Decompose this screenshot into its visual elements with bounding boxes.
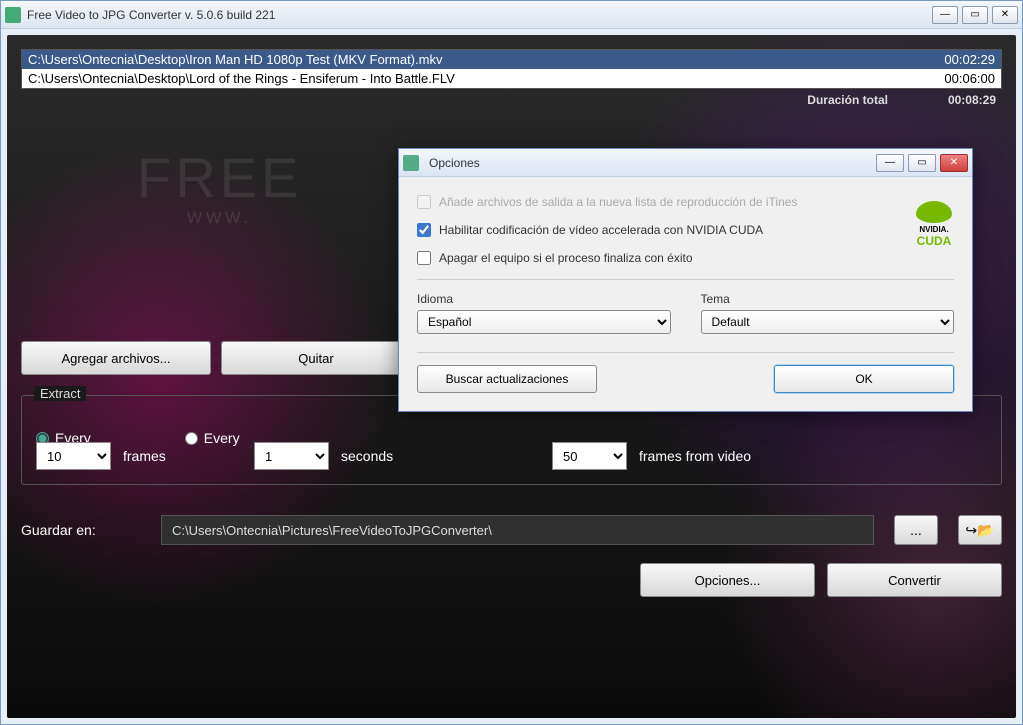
main-titlebar: Free Video to JPG Converter v. 5.0.6 bui… (1, 1, 1022, 29)
total-label: Duración total (807, 93, 888, 107)
save-path-input[interactable] (161, 515, 874, 545)
file-row[interactable]: C:\Users\Ontecnia\Desktop\Iron Man HD 10… (22, 50, 1001, 69)
file-path: C:\Users\Ontecnia\Desktop\Lord of the Ri… (28, 71, 925, 86)
seconds-unit: seconds (341, 448, 393, 464)
dialog-minimize-button[interactable]: — (876, 154, 904, 172)
dialog-icon (403, 155, 419, 171)
nvidia-cuda-logo: NVIDIA. CUDA (916, 201, 952, 248)
options-dialog: Opciones — ▭ ✕ Añade archivos de salida … (398, 148, 973, 412)
itunes-checkbox-row: Añade archivos de salida a la nueva list… (417, 195, 954, 209)
total-duration-row: Duración total 00:08:29 (21, 89, 1002, 111)
check-updates-button[interactable]: Buscar actualizaciones (417, 365, 597, 393)
options-button[interactable]: Opciones... (640, 563, 815, 597)
remove-button[interactable]: Quitar (221, 341, 411, 375)
brand-watermark: FREE (137, 145, 302, 210)
seconds-combo[interactable]: 1 (254, 442, 329, 470)
language-select[interactable]: Español (417, 310, 671, 334)
window-controls: — ▭ ✕ (932, 6, 1018, 24)
theme-select[interactable]: Default (701, 310, 955, 334)
cuda-checkbox-row[interactable]: Habilitar codificación de vídeo accelera… (417, 223, 954, 237)
dialog-settings-row: Idioma Español Tema Default (417, 292, 954, 334)
frames-combo[interactable]: 10 (36, 442, 111, 470)
dialog-body: Añade archivos de salida a la nueva list… (399, 177, 972, 411)
file-duration: 00:06:00 (925, 71, 995, 86)
total-unit: frames from video (639, 448, 751, 464)
file-list[interactable]: C:\Users\Ontecnia\Desktop\Iron Man HD 10… (21, 49, 1002, 89)
close-button[interactable]: ✕ (992, 6, 1018, 24)
theme-label: Tema (701, 292, 955, 306)
total-frames-combo[interactable]: 50 (552, 442, 627, 470)
ok-button[interactable]: OK (774, 365, 954, 393)
divider (417, 352, 954, 353)
file-row[interactable]: C:\Users\Ontecnia\Desktop\Lord of the Ri… (22, 69, 1001, 88)
dialog-actions: Buscar actualizaciones OK (417, 365, 954, 393)
bottom-buttons: Opciones... Convertir (21, 563, 1002, 597)
file-duration: 00:02:29 (925, 52, 995, 67)
window-title: Free Video to JPG Converter v. 5.0.6 bui… (27, 8, 932, 22)
radio-every-seconds[interactable]: Every (185, 430, 240, 446)
shutdown-checkbox-row[interactable]: Apagar el equipo si el proceso finaliza … (417, 251, 954, 265)
convert-button[interactable]: Convertir (827, 563, 1002, 597)
open-folder-icon: ↪📂 (965, 522, 994, 539)
shutdown-checkbox[interactable] (417, 251, 431, 265)
radio-seconds-input[interactable] (185, 432, 198, 445)
theme-column: Tema Default (701, 292, 955, 334)
maximize-button[interactable]: ▭ (962, 6, 988, 24)
extract-legend: Extract (34, 386, 86, 401)
total-value: 00:08:29 (948, 93, 996, 107)
file-path: C:\Users\Ontecnia\Desktop\Iron Man HD 10… (28, 52, 925, 67)
dialog-close-button[interactable]: ✕ (940, 154, 968, 172)
cuda-checkbox[interactable] (417, 223, 431, 237)
dialog-maximize-button[interactable]: ▭ (908, 154, 936, 172)
language-label: Idioma (417, 292, 671, 306)
save-row: Guardar en: ... ↪📂 (21, 515, 1002, 545)
app-icon (5, 7, 21, 23)
open-folder-button[interactable]: ↪📂 (958, 515, 1002, 545)
add-files-button[interactable]: Agregar archivos... (21, 341, 211, 375)
language-column: Idioma Español (417, 292, 671, 334)
nvidia-eye-icon (916, 201, 952, 223)
frames-unit: frames (123, 448, 166, 464)
itunes-checkbox (417, 195, 431, 209)
divider (417, 279, 954, 280)
minimize-button[interactable]: — (932, 6, 958, 24)
dialog-controls: — ▭ ✕ (876, 154, 968, 172)
save-label: Guardar en: (21, 522, 141, 538)
brand-url: WWW. (187, 210, 252, 228)
dialog-titlebar[interactable]: Opciones — ▭ ✕ (399, 149, 972, 177)
browse-button[interactable]: ... (894, 515, 938, 545)
dialog-title: Opciones (429, 156, 876, 170)
